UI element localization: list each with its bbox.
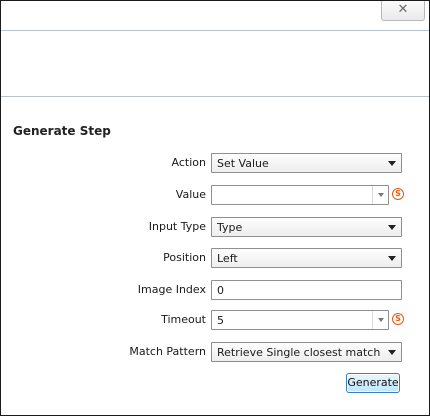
match-pattern-dropdown[interactable]: Retrieve Single closest match [211, 342, 402, 362]
chevron-down-icon [388, 350, 396, 355]
value-combobox[interactable] [211, 185, 389, 205]
image-index-label: Image Index [137, 283, 206, 296]
title-bar: ✕ [1, 1, 429, 29]
value-dropdown-button[interactable] [372, 186, 388, 204]
generate-step-window: ✕ Generate Step Action Set Value Value S… [0, 0, 430, 416]
action-value: Set Value [217, 157, 269, 170]
section-title: Generate Step [13, 124, 111, 138]
action-label: Action [171, 156, 206, 169]
image-index-value: 0 [217, 284, 224, 297]
chevron-down-icon [388, 225, 396, 230]
variable-icon[interactable]: S [392, 188, 404, 200]
value-row: Value S [1, 185, 429, 207]
position-label: Position [163, 251, 206, 264]
input-type-value: Type [217, 221, 243, 234]
timeout-dropdown-button[interactable] [372, 311, 388, 329]
position-row: Position Left [1, 248, 429, 270]
position-dropdown[interactable]: Left [211, 248, 402, 268]
variable-icon[interactable]: S [392, 313, 404, 325]
divider [1, 30, 429, 31]
generate-button[interactable]: Generate [346, 373, 400, 393]
match-pattern-value: Retrieve Single closest match [217, 346, 381, 359]
value-label: Value [175, 188, 206, 201]
timeout-combobox[interactable]: 5 [211, 310, 389, 330]
close-icon: ✕ [397, 2, 409, 17]
image-index-input[interactable]: 0 [211, 280, 402, 300]
action-dropdown[interactable]: Set Value [211, 153, 402, 173]
input-type-dropdown[interactable]: Type [211, 217, 402, 237]
chevron-down-icon [388, 161, 396, 166]
match-pattern-row: Match Pattern Retrieve Single closest ma… [1, 342, 429, 364]
close-button[interactable]: ✕ [381, 1, 425, 21]
timeout-row: Timeout 5 S [1, 310, 429, 332]
action-row: Action Set Value [1, 153, 429, 175]
divider [1, 96, 429, 97]
input-type-label: Input Type [148, 220, 206, 233]
input-type-row: Input Type Type [1, 217, 429, 239]
chevron-down-icon [378, 193, 384, 197]
timeout-label: Timeout [161, 313, 206, 326]
chevron-down-icon [378, 318, 384, 322]
timeout-input[interactable]: 5 [217, 314, 224, 327]
image-index-row: Image Index 0 [1, 280, 429, 302]
position-value: Left [217, 252, 238, 265]
match-pattern-label: Match Pattern [129, 345, 206, 358]
chevron-down-icon [388, 256, 396, 261]
